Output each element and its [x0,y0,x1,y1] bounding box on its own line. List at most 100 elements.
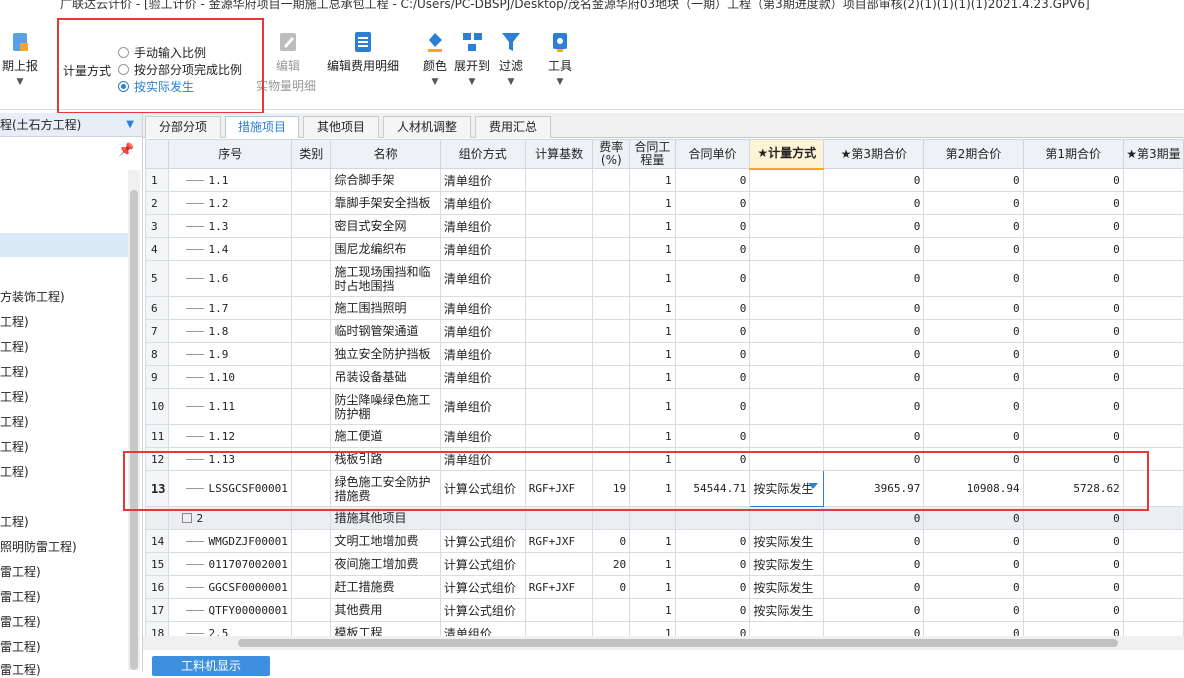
cell-period3-qty[interactable] [1122,191,1184,215]
cell-period1-total[interactable]: 0 [1022,260,1124,297]
cell-rate[interactable] [592,388,631,425]
cell-period3-qty[interactable] [1122,214,1184,238]
cell-period3-total[interactable]: 0 [823,168,925,192]
cell-code[interactable]: 1.11 [168,388,292,425]
cell-period2-total[interactable]: 0 [923,621,1024,636]
cell-code[interactable]: GGCSF0000001 [168,575,292,599]
cell-category[interactable] [290,424,332,448]
edit-fee-detail-button[interactable]: 编辑费用明细 [325,30,401,74]
cell-calc-base[interactable] [524,388,594,425]
cell-period3-total[interactable]: 0 [823,191,925,215]
cell-rate[interactable] [592,424,631,448]
tree-item[interactable]: 照明防雷工程) [0,538,77,555]
table-row[interactable]: 6 1.7 施工围挡照明 清单组价 1 0 0 0 0 [145,296,1184,320]
cell-name[interactable]: 密目式安全网 [330,214,441,238]
cell-unit-price[interactable]: 0 [674,342,751,366]
tree-item[interactable]: 雷工程) [0,588,41,605]
cell-name[interactable]: 赶工措施费 [330,575,441,599]
cell-period3-total[interactable]: 0 [823,319,925,343]
cell-measure-mode[interactable] [749,365,825,389]
cell-code[interactable]: 1.7 [168,296,292,320]
table-row[interactable]: 4 1.4 围尼龙编织布 清单组价 1 0 0 0 0 [145,237,1184,261]
cell-contract-qty[interactable]: 1 [629,191,676,215]
cell-rate[interactable] [592,191,631,215]
cell-name[interactable]: 施工现场围挡和临时占地围挡 [330,260,441,297]
cell-code[interactable]: 1.3 [168,214,292,238]
cell-calc-base[interactable] [524,319,594,343]
cell-measure-mode[interactable] [749,296,825,320]
cell-code[interactable]: 2.5 [168,621,292,636]
cell-unit-price[interactable]: 0 [674,319,751,343]
cell-measure-mode[interactable] [749,319,825,343]
cell-measure-mode[interactable] [749,237,825,261]
cell-contract-qty[interactable]: 1 [629,319,676,343]
cell-pricing-method[interactable]: 清单组价 [439,260,526,297]
col-header-measure-mode[interactable]: ★计量方式 [749,139,825,170]
cell-category[interactable] [290,319,332,343]
cell-name[interactable]: 临时钢管架通道 [330,319,441,343]
cell-unit-price[interactable]: 0 [674,424,751,448]
cell-rate[interactable]: 20 [592,552,631,576]
cell-category[interactable] [290,296,332,320]
cell-period1-total[interactable]: 0 [1022,575,1124,599]
tree-item[interactable]: 工程) [0,388,29,405]
cell-period3-total[interactable]: 0 [823,296,925,320]
cell-period3-qty[interactable] [1122,365,1184,389]
cell-period2-total[interactable]: 0 [923,237,1024,261]
cell-contract-qty[interactable]: 1 [629,529,676,553]
cell-name[interactable]: 其他费用 [330,598,441,622]
col-header[interactable]: 类别 [290,139,332,169]
tab-material-adjust[interactable]: 人材机调整 [383,116,471,138]
table-row[interactable]: 15 011707002001 夜间施工增加费 计算公式组价 20 1 0 按实际发生 0 0 0 [145,552,1184,576]
cell-period3-qty[interactable] [1122,575,1184,599]
cell-name[interactable]: 防尘降噪绿色施工防护棚 [330,388,441,425]
cell-period1-total[interactable]: 0 [1022,388,1124,425]
cell-name[interactable]: 模板工程 [330,621,441,636]
table-row[interactable]: 9 1.10 吊装设备基础 清单组价 1 0 0 0 0 [145,365,1184,389]
cell-pricing-method[interactable]: 清单组价 [439,296,526,320]
cell-unit-price[interactable]: 0 [674,621,751,636]
cell-period1-total[interactable]: 0 [1022,168,1124,192]
cell-period3-total[interactable]: 0 [823,342,925,366]
cell-pricing-method[interactable]: 清单组价 [439,319,526,343]
col-header[interactable]: 合同单价 [674,139,751,169]
cell-period1-total[interactable]: 0 [1022,365,1124,389]
cell-contract-qty[interactable]: 1 [629,575,676,599]
cell-measure-mode[interactable] [749,191,825,215]
dropdown-arrow-icon[interactable]: ▼ [126,113,134,137]
cell-period2-total[interactable]: 0 [923,168,1024,192]
table-row[interactable]: 17 QTFY00000001 其他费用 计算公式组价 1 0 按实际发生 0 0 0 [145,598,1184,622]
cell-calc-base[interactable] [524,552,594,576]
row-number[interactable]: 15 [145,552,170,576]
cell-contract-qty[interactable]: 1 [629,552,676,576]
cell-period2-total[interactable]: 0 [923,191,1024,215]
show-materials-button[interactable]: 工料机显示 [152,656,270,676]
row-number[interactable]: 10 [145,388,170,425]
cell-period2-total[interactable]: 0 [923,260,1024,297]
tree-item[interactable]: 工程) [0,313,29,330]
cell-period1-total[interactable]: 0 [1022,598,1124,622]
cell-period2-total[interactable]: 0 [923,388,1024,425]
period-report-button[interactable]: 期上报 ▼ [0,30,40,87]
tree-item[interactable]: 工程) [0,463,29,480]
cell-calc-base[interactable] [524,296,594,320]
cell-period3-qty[interactable] [1122,296,1184,320]
color-button[interactable]: 颜色 ▼ [420,30,450,87]
cell-period1-total[interactable]: 0 [1022,552,1124,576]
cell-pricing-method[interactable]: 清单组价 [439,214,526,238]
cell-rate[interactable] [592,214,631,238]
cell-contract-qty[interactable]: 1 [629,598,676,622]
cell-period3-qty[interactable] [1122,237,1184,261]
cell-unit-price[interactable]: 0 [674,598,751,622]
cell-code[interactable]: 1.1 [168,168,292,192]
cell-period1-total[interactable]: 0 [1022,191,1124,215]
tree-item[interactable]: 工程) [0,513,29,530]
cell-period3-total[interactable]: 0 [823,365,925,389]
cell-category[interactable] [290,342,332,366]
cell-period3-qty[interactable] [1122,388,1184,425]
table-row[interactable]: 14 WMGDZJF00001 文明工地增加费 计算公式组价 RGF+JXF 0 1 0 按实际… [145,529,1184,553]
cell-rate[interactable] [592,260,631,297]
cell-category[interactable] [290,237,332,261]
tree-item[interactable]: 雷工程) [0,613,41,630]
cell-category[interactable] [290,575,332,599]
